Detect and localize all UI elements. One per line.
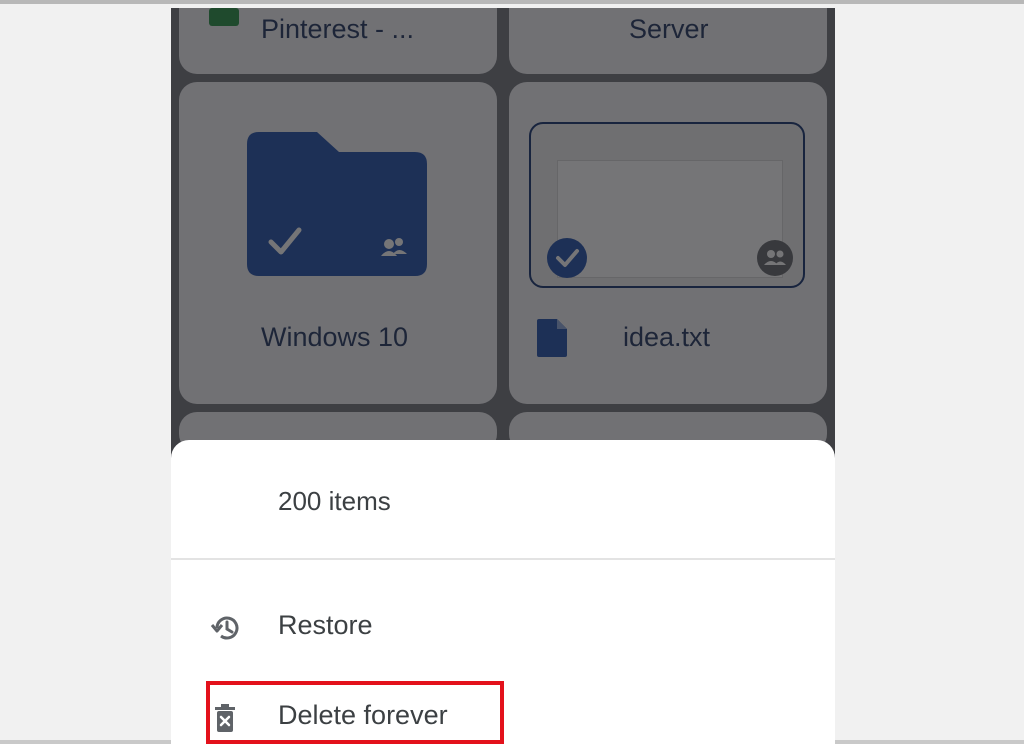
selected-check-icon <box>547 238 587 278</box>
shared-people-icon <box>757 240 793 276</box>
screenshot-frame: Pinterest - ... Server Windows 10 idea.t… <box>0 0 1024 744</box>
folder-title: Windows 10 <box>261 322 409 352</box>
selection-count: 200 items <box>278 486 391 516</box>
document-file-icon <box>537 319 567 357</box>
file-title-pinterest: Pinterest - ... <box>261 14 415 44</box>
bottom-sheet: 200 items Restore Delete forever <box>171 440 835 744</box>
sheets-file-icon <box>209 8 239 26</box>
file-title-server: Server <box>629 14 709 44</box>
delete-forever-label: Delete forever <box>278 700 448 730</box>
delete-forever-icon <box>215 704 235 732</box>
restore-label: Restore <box>278 610 373 640</box>
file-thumbnail <box>529 122 805 288</box>
shared-folder-icon <box>247 132 427 276</box>
restore-menu-item[interactable]: Restore <box>171 590 835 664</box>
file-title-idea: idea.txt <box>623 322 711 352</box>
file-card-idea-txt[interactable]: idea.txt <box>509 82 827 404</box>
restore-icon <box>210 616 239 640</box>
drive-app-screen: Pinterest - ... Server Windows 10 idea.t… <box>171 8 835 744</box>
folder-card-windows-10[interactable]: Windows 10 <box>179 82 497 404</box>
file-card-pinterest[interactable]: Pinterest - ... <box>179 8 497 74</box>
delete-forever-menu-item[interactable]: Delete forever <box>171 680 835 744</box>
sheet-divider <box>171 558 835 560</box>
document-preview <box>557 160 783 278</box>
file-card-server[interactable]: Server <box>509 8 827 74</box>
